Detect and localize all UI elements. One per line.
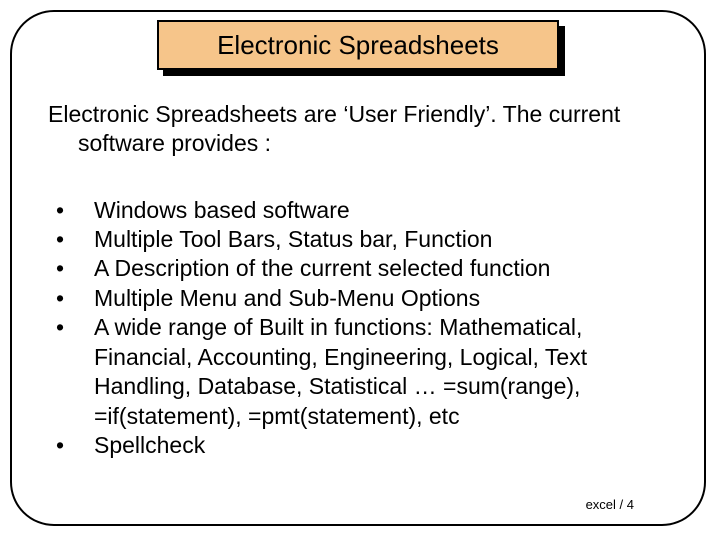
title-box: Electronic Spreadsheets	[157, 20, 559, 70]
bullet-text: Windows based software	[94, 197, 350, 223]
bullet-list: Windows based software Multiple Tool Bar…	[48, 196, 674, 461]
intro-line-2: software provides :	[48, 129, 674, 158]
bullet-text: Spellcheck	[94, 432, 205, 458]
slide-frame: Electronic Spreadsheets Electronic Sprea…	[10, 10, 706, 526]
list-item: A wide range of Built in functions: Math…	[48, 313, 674, 431]
intro-text: Electronic Spreadsheets are ‘User Friend…	[48, 100, 674, 158]
title-container: Electronic Spreadsheets	[157, 20, 559, 70]
slide-title: Electronic Spreadsheets	[217, 30, 499, 61]
bullet-text: Multiple Tool Bars, Status bar, Function	[94, 226, 492, 252]
list-item: Spellcheck	[48, 431, 674, 460]
list-item: A Description of the current selected fu…	[48, 254, 674, 283]
intro-line-1: Electronic Spreadsheets are ‘User Friend…	[48, 101, 620, 127]
bullet-text: A wide range of Built in functions: Math…	[94, 314, 587, 428]
bullet-text: Multiple Menu and Sub-Menu Options	[94, 285, 480, 311]
slide-footer: excel / 4	[586, 497, 634, 512]
list-item: Multiple Tool Bars, Status bar, Function	[48, 225, 674, 254]
list-item: Windows based software	[48, 196, 674, 225]
list-item: Multiple Menu and Sub-Menu Options	[48, 284, 674, 313]
bullet-text: A Description of the current selected fu…	[94, 255, 550, 281]
slide-body: Electronic Spreadsheets are ‘User Friend…	[48, 100, 674, 460]
